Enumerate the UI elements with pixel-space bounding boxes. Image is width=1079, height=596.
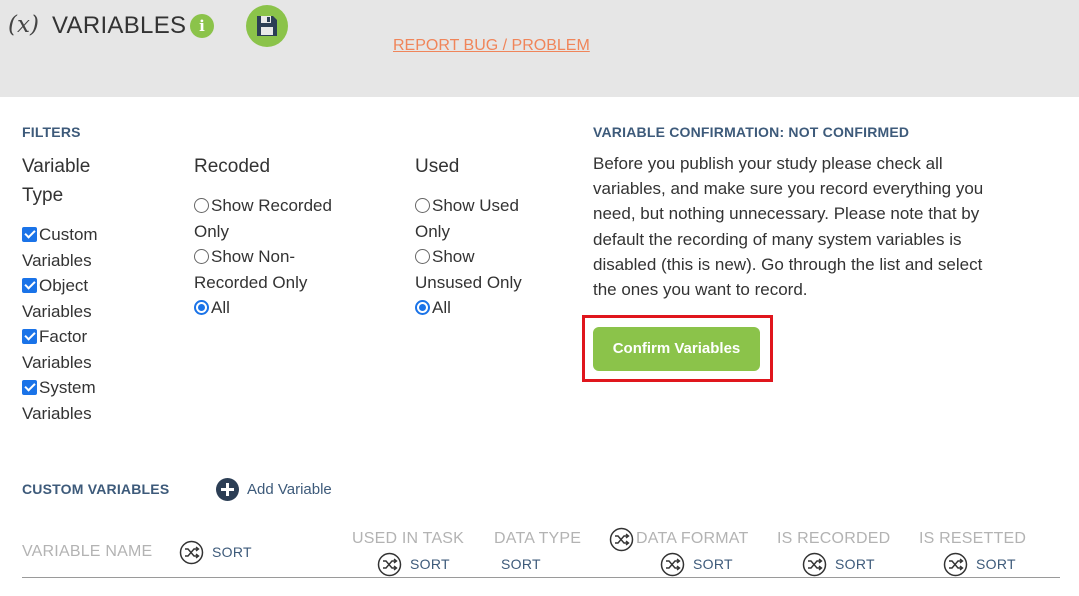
table-header-divider xyxy=(22,577,1060,578)
confirmation-line: the ones you want to record. xyxy=(593,280,808,300)
radio-selected-icon[interactable] xyxy=(194,300,209,315)
used-option-label-line2: Unsused Only xyxy=(415,272,522,292)
page-header: (𝑥) VARIABLES i REPORT BUG / PROBLEM xyxy=(0,0,1079,97)
filter-show-recorded-only[interactable]: Show Recorded Only xyxy=(194,193,332,244)
filter-show-non-recorded-only[interactable]: Show Non- Recorded Only xyxy=(194,244,307,295)
save-button[interactable] xyxy=(246,5,288,47)
sort-is-recorded[interactable]: SORT xyxy=(835,556,875,572)
confirmation-description: Before you publish your study please che… xyxy=(593,151,1013,302)
sort-shuffle-icon[interactable] xyxy=(179,540,204,565)
filter-object-variables[interactable]: Object Variables xyxy=(22,273,92,324)
sort-used-in-task[interactable]: SORT xyxy=(410,556,450,572)
filters-label: FILTERS xyxy=(22,124,81,140)
filter-system-variables[interactable]: System Variables xyxy=(22,375,96,426)
recoded-option-label: All xyxy=(211,298,230,317)
confirmation-line: variables, and make sure you record ever… xyxy=(593,179,984,199)
confirmation-line: disabled (this is new). Go through the l… xyxy=(593,254,983,274)
checkbox-checked-icon[interactable] xyxy=(22,329,37,344)
recoded-heading: Recoded xyxy=(194,156,271,177)
confirmation-line: need, but nothing unnecessary. Please no… xyxy=(593,204,980,224)
add-variable-label: Add Variable xyxy=(247,481,332,498)
filter-system-label-line2: Variables xyxy=(22,403,92,423)
filter-factor-label: Factor xyxy=(39,327,88,346)
column-header-variable-name: VARIABLE NAME xyxy=(22,543,153,560)
sort-shuffle-icon[interactable] xyxy=(377,552,402,577)
recoded-option-label: Show Recorded xyxy=(211,196,332,215)
sort-shuffle-icon[interactable] xyxy=(660,552,685,577)
filter-show-unused-only[interactable]: Show Unsused Only xyxy=(415,244,522,295)
sort-is-resetted[interactable]: SORT xyxy=(976,556,1016,572)
radio-selected-icon[interactable] xyxy=(415,300,430,315)
page-title: VARIABLES xyxy=(52,12,187,39)
checkbox-checked-icon[interactable] xyxy=(22,380,37,395)
radio-unselected-icon[interactable] xyxy=(194,249,209,264)
sort-data-format[interactable]: SORT xyxy=(693,556,733,572)
sort-shuffle-icon[interactable] xyxy=(943,552,968,577)
filter-custom-label: Custom xyxy=(39,225,98,244)
filter-custom-variables[interactable]: Custom Variables xyxy=(22,222,98,273)
plus-circle-icon xyxy=(216,478,239,501)
checkbox-checked-icon[interactable] xyxy=(22,278,37,293)
recoded-option-label-line2: Only xyxy=(194,221,229,241)
checkbox-checked-icon[interactable] xyxy=(22,227,37,242)
confirmation-line: Before you publish your study please che… xyxy=(593,154,943,173)
sort-data-type[interactable]: SORT xyxy=(501,556,541,572)
radio-unselected-icon[interactable] xyxy=(194,198,209,213)
filter-object-label-line2: Variables xyxy=(22,301,92,321)
confirm-variables-button[interactable]: Confirm Variables xyxy=(593,327,760,371)
floppy-disk-icon xyxy=(257,16,277,36)
column-header-data-type: DATA TYPE xyxy=(494,530,582,547)
filter-custom-label-line2: Variables xyxy=(22,250,92,270)
confirmation-line: default the recording of many system var… xyxy=(593,229,962,249)
custom-variables-heading: CUSTOM VARIABLES xyxy=(22,481,170,497)
column-header-data-format: DATA FORMAT xyxy=(636,530,749,547)
used-option-label: Show xyxy=(432,247,475,266)
info-icon[interactable]: i xyxy=(190,14,214,38)
used-option-label: All xyxy=(432,298,451,317)
variable-confirmation-heading: VARIABLE CONFIRMATION: NOT CONFIRMED xyxy=(593,124,910,140)
used-option-label-line2: Only xyxy=(415,221,450,241)
filter-object-label: Object xyxy=(39,276,89,295)
column-header-used-in-task: USED IN TASK xyxy=(352,530,465,547)
used-option-label: Show Used xyxy=(432,196,519,215)
used-heading: Used xyxy=(415,156,460,177)
recoded-option-label-line2: Recorded Only xyxy=(194,272,308,292)
sort-variable-name[interactable]: SORT xyxy=(212,544,252,560)
variable-type-heading-line2: Type xyxy=(22,185,64,206)
filter-used-all[interactable]: All xyxy=(415,295,451,321)
radio-unselected-icon[interactable] xyxy=(415,249,430,264)
sort-shuffle-icon[interactable] xyxy=(609,527,634,552)
sort-shuffle-icon[interactable] xyxy=(802,552,827,577)
add-variable-button[interactable]: Add Variable xyxy=(216,478,332,501)
filter-recoded-all[interactable]: All xyxy=(194,295,230,321)
filter-factor-label-line2: Variables xyxy=(22,352,92,372)
filter-show-used-only[interactable]: Show Used Only xyxy=(415,193,519,244)
filter-factor-variables[interactable]: Factor Variables xyxy=(22,324,92,375)
recoded-option-label: Show Non- xyxy=(211,247,296,266)
variables-icon: (𝑥) xyxy=(8,12,39,38)
report-bug-link[interactable]: REPORT BUG / PROBLEM xyxy=(393,37,590,55)
column-header-is-recorded: IS RECORDED xyxy=(777,530,891,547)
variable-type-heading-line1: Variable xyxy=(22,156,91,177)
radio-unselected-icon[interactable] xyxy=(415,198,430,213)
filter-system-label: System xyxy=(39,378,96,397)
column-header-is-resetted: IS RESETTED xyxy=(919,530,1027,547)
